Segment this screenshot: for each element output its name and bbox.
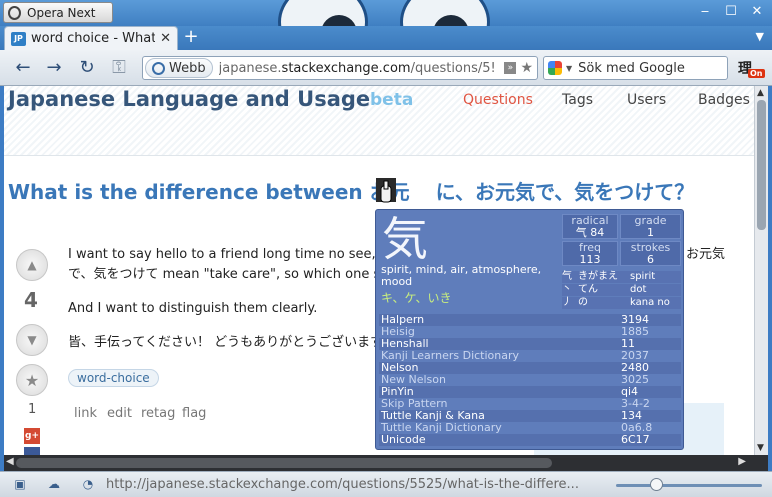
site-header: Japanese Language and Usage beta Questio… — [4, 86, 754, 156]
post-retag[interactable]: retag — [141, 406, 175, 421]
question-title[interactable]: What is the difference between お元 に、お元気で、… — [8, 176, 694, 205]
scroll-down-icon[interactable]: ▼ — [757, 443, 764, 453]
dictionary-reference-table: Halpern 3194 Heisig 1885 Henshall 11 Kanji … — [379, 314, 681, 446]
tab-menu-chevron-down-icon[interactable]: ▼ — [756, 30, 764, 43]
kanji-popup: 気 radical 气 84 grade 1 freq 113 strokes 6 气き… — [375, 209, 684, 450]
maximize-icon[interactable]: ☐ — [724, 4, 738, 20]
favorite-star-button[interactable]: ★ — [16, 364, 48, 396]
nav-users[interactable]: Users — [627, 92, 666, 108]
hovered-kanji-cursor-icon — [376, 178, 396, 203]
dictionary-row: Unicode 6C17 — [379, 434, 681, 446]
post-link[interactable]: link — [74, 406, 97, 421]
post-edit[interactable]: edit — [107, 406, 132, 421]
bookmark-star-icon[interactable]: ★ — [520, 60, 533, 76]
scroll-up-icon[interactable]: ▲ — [757, 88, 764, 98]
scroll-right-icon[interactable]: ▶ — [738, 456, 746, 467]
search-placeholder: Sök med Google — [578, 60, 685, 76]
vertical-scroll-thumb[interactable] — [757, 100, 766, 230]
opera-menu-button[interactable]: Opera Next — [3, 2, 113, 23]
vote-count: 4 — [24, 288, 38, 312]
status-bar: ▣ ☁ ◔ http://japanese.stackexchange.com/… — [0, 471, 772, 497]
tab-word-choice[interactable]: JP word choice - What... ✕ — [4, 26, 178, 50]
status-url: http://japanese.stackexchange.com/questi… — [106, 477, 579, 492]
favorite-count: 1 — [28, 402, 37, 417]
strokes-box: strokes 6 — [620, 241, 681, 266]
back-button[interactable]: ← — [12, 57, 34, 79]
forward-button[interactable]: → — [43, 57, 65, 79]
post-body-line-2: で、気をつけて mean "take care", so which one s… — [68, 267, 393, 282]
navigation-toolbar: ← → ↻ ⚿ Webb japanese.stackexchange.com/… — [0, 50, 772, 86]
site-info-label: Webb — [169, 60, 206, 76]
popup-kanji: 気 — [382, 212, 428, 266]
app-name: Opera Next — [27, 5, 96, 20]
downvote-button[interactable]: ▼ — [16, 324, 48, 356]
close-icon[interactable]: ✕ — [750, 4, 764, 20]
radical-row: 丿の kana no — [562, 297, 681, 309]
nav-questions[interactable]: Questions — [463, 92, 533, 108]
radical-row: 气きがまえ spirit — [562, 271, 681, 283]
post-body-line-1: I want to say hello to a friend long tim… — [68, 247, 726, 262]
tab-close-icon[interactable]: ✕ — [160, 31, 171, 46]
search-engine-dropdown-icon[interactable]: ▼ — [566, 64, 572, 73]
upvote-button[interactable]: ▲ — [16, 249, 48, 281]
nav-badges[interactable]: Badges — [698, 92, 750, 108]
opera-logo-icon — [8, 5, 21, 20]
tab-title: word choice - What... — [31, 31, 156, 46]
panel-toggle-icon[interactable]: ▣ — [12, 477, 28, 491]
facebook-share-icon[interactable] — [24, 447, 40, 455]
minimize-icon[interactable]: ‒ — [698, 4, 712, 20]
post-body-paragraph-3: 皆、手伝ってください！ どうもありがとうございます! — [68, 335, 389, 350]
post-body-paragraph-2: And I want to distinguish them clearly. — [68, 301, 318, 316]
address-bar[interactable]: Webb japanese.stackexchange.com/question… — [142, 56, 538, 80]
site-title[interactable]: Japanese Language and Usage — [8, 87, 370, 111]
grade-box: grade 1 — [620, 214, 681, 239]
reload-button[interactable]: ↻ — [76, 57, 98, 79]
vertical-scrollbar[interactable]: ▲ ▼ — [754, 86, 768, 455]
rikaichamp-on-badge: On — [748, 69, 765, 78]
tab-bar: JP word choice - What... ✕ + ▼ — [0, 26, 772, 50]
window-controls: ‒ ☐ ✕ — [698, 4, 764, 20]
title-bar: Opera Next ‒ ☐ ✕ — [0, 0, 772, 26]
site-info-badge[interactable]: Webb — [145, 58, 213, 78]
key-icon[interactable]: ⚿ — [108, 57, 130, 79]
scroll-left-icon[interactable]: ◀ — [6, 456, 14, 467]
zoom-slider-thumb[interactable] — [650, 478, 663, 491]
globe-icon — [152, 61, 165, 75]
radical-box: radical 气 84 — [562, 214, 618, 239]
google-icon[interactable] — [548, 61, 562, 75]
rss-icon[interactable]: » — [504, 62, 517, 74]
radical-row: 丶てん dot — [562, 284, 681, 296]
nav-tags[interactable]: Tags — [562, 92, 593, 108]
tag-word-choice[interactable]: word-choice — [68, 369, 159, 387]
google-plus-share-icon[interactable]: g+ — [24, 428, 40, 444]
url-text[interactable]: japanese.stackexchange.com/questions/5! — [219, 61, 501, 76]
horizontal-scroll-thumb[interactable] — [16, 458, 552, 468]
site-beta-label: beta — [370, 90, 414, 110]
freq-box: freq 113 — [562, 241, 618, 266]
speed-dial-gauge-icon[interactable]: ◔ — [80, 477, 96, 491]
horizontal-scrollbar[interactable]: ◀ ▶ — [4, 455, 768, 471]
new-tab-button[interactable]: + — [182, 28, 200, 47]
stackexchange-favicon-icon: JP — [11, 31, 26, 46]
popup-meaning: spirit, mind, air, atmosphere, mood — [381, 263, 542, 288]
search-field[interactable]: ▼ Sök med Google — [543, 56, 728, 80]
post-flag[interactable]: flag — [182, 406, 206, 421]
popup-readings: キ、ケ、いき — [381, 291, 452, 305]
zoom-slider[interactable] — [616, 484, 762, 487]
opera-link-cloud-icon[interactable]: ☁ — [46, 477, 62, 491]
